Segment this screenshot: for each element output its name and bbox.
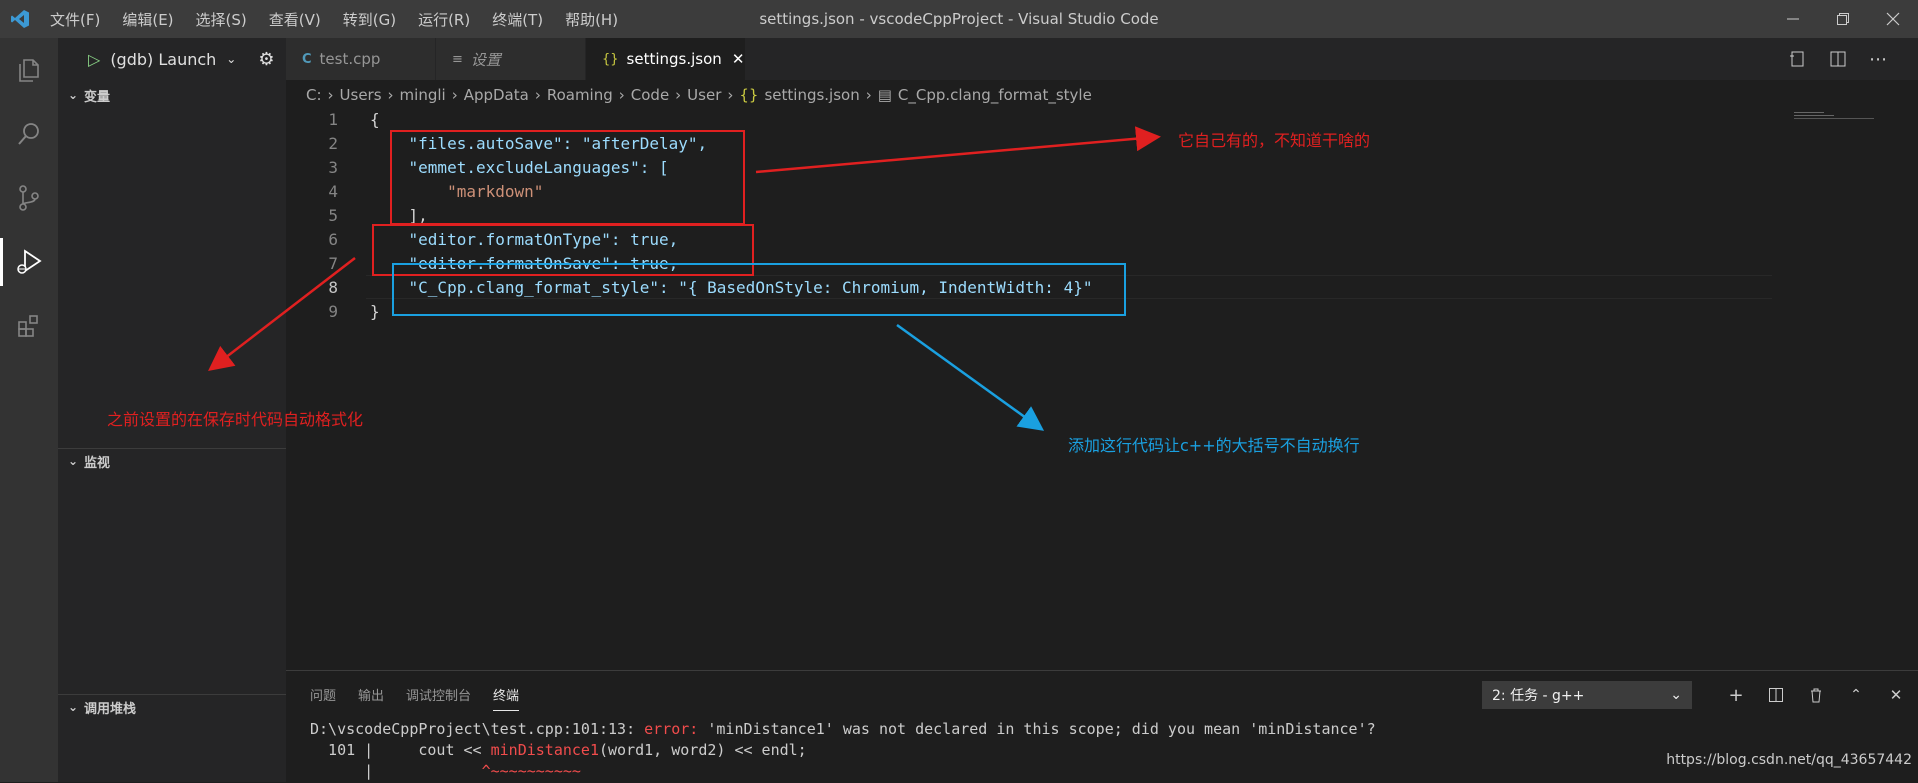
- annotation-note-red: 它自己有的，不知道干啥的: [1178, 131, 1371, 150]
- tab-terminal[interactable]: 终端: [493, 685, 520, 711]
- terminal-text: |: [310, 762, 374, 780]
- panel-tabs: 问题 输出 调试控制台 终端: [310, 685, 541, 711]
- terminal-select-value: 2: 任务 - g++: [1492, 688, 1585, 704]
- watermark: https://blog.csdn.net/qq_43657442: [1666, 752, 1912, 768]
- terminal-output[interactable]: D:\vscodeCppProject\test.cpp:101:13: err…: [310, 719, 1376, 782]
- tab-output[interactable]: 输出: [358, 685, 384, 711]
- annotation-note-red: 之前设置的在保存时代码自动格式化: [107, 410, 364, 429]
- annotation-note-blue: 添加这行代码让c++的大括号不自动换行: [1068, 436, 1360, 455]
- trash-icon[interactable]: [1796, 681, 1836, 709]
- terminal-select[interactable]: 2: 任务 - g++ ⌄: [1482, 681, 1692, 709]
- terminal-text: 101 | cout <<: [310, 741, 491, 759]
- terminal-error-token: minDistance1: [490, 741, 599, 759]
- tab-problems[interactable]: 问题: [310, 685, 336, 711]
- new-terminal-icon[interactable]: +: [1716, 681, 1756, 709]
- terminal-error-label: error:: [644, 720, 699, 738]
- chevron-down-icon: ⌄: [1670, 687, 1682, 703]
- terminal-text: D:\vscodeCppProject\test.cpp:101:13:: [310, 720, 645, 738]
- terminal-error-marker: ^~~~~~~~~~~: [373, 762, 581, 780]
- close-panel-icon[interactable]: ✕: [1876, 681, 1916, 709]
- annotation-arrows: [208, 126, 1161, 431]
- split-terminal-icon[interactable]: [1756, 681, 1796, 709]
- tab-debug-console[interactable]: 调试控制台: [406, 685, 471, 711]
- maximize-panel-icon[interactable]: ⌃: [1836, 681, 1876, 709]
- panel-actions: + ⌃ ✕: [1716, 681, 1916, 709]
- terminal-text: 'minDistance1' was not declared in this …: [698, 720, 1376, 738]
- terminal-text: (word1, word2) << endl;: [599, 741, 807, 759]
